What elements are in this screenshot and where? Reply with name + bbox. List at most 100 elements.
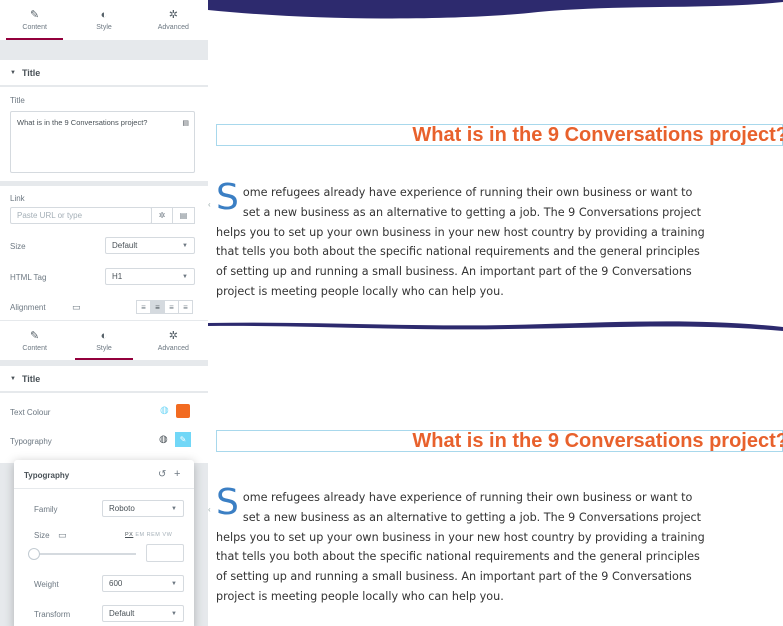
size-select[interactable]: Default ▼ [105,237,195,254]
chevron-down-icon: ▼ [182,242,188,249]
section-title-toggle[interactable]: ▼ Title [0,60,208,86]
add-icon[interactable]: + [174,468,180,480]
unit-px[interactable]: PX [125,532,133,538]
half-circle-icon: ◐ [100,9,108,21]
pencil-icon: ✎ [30,329,40,342]
tab-advanced[interactable]: ✲ Advanced [139,0,208,40]
tab-advanced-label: Advanced [157,24,189,31]
size-number-input[interactable] [146,544,184,562]
tab-style-label: Style [96,24,112,31]
html-tag-select[interactable]: H1 ▼ [105,268,195,285]
tab-content-label: Content [22,24,47,31]
size-value: Default [112,241,138,250]
desktop-icon[interactable]: ▭ [72,302,81,313]
weight-label: Weight [34,580,59,589]
family-value: Roboto [109,504,135,513]
pencil-icon: ✎ [30,9,40,21]
size-units: PX EM REM VW [125,532,172,538]
alignment-group: ≡ ≡ ≡ ≡ [136,300,193,314]
alignment-label: Alignment [10,303,46,312]
popover-divider [14,488,194,489]
chevron-down-icon: ▼ [171,505,177,512]
global-fonts-icon[interactable]: ◍ [159,434,168,445]
title-control: Title What is in the 9 Conversations pro… [0,87,208,181]
size-slider-track[interactable] [34,553,136,555]
typography-popover: Typography ↺ + Family Roboto ▼ Size ▭ PX… [14,460,194,626]
unit-vw[interactable]: VW [162,532,172,538]
text-colour-swatch[interactable] [176,404,190,418]
paragraph-text: ome refugees already have experience of … [216,186,705,298]
title-textarea[interactable]: What is in the 9 Conversations project? … [10,111,195,173]
global-colors-icon[interactable]: ◍ [160,405,169,416]
edit-typography-pencil-icon[interactable]: ✎ [175,432,191,447]
size-label: Size [34,531,50,540]
text-widget[interactable]: Some refugees already have experience of… [216,482,706,607]
tab-style[interactable]: ◐ Style [69,321,138,360]
weight-value: 600 [109,579,123,588]
tab-advanced-label: Advanced [157,344,189,352]
caret-down-icon: ▼ [10,69,16,76]
gear-icon: ✲ [168,329,178,342]
middle-wave-divider [208,321,783,331]
tab-advanced[interactable]: ✲ Advanced [139,321,208,360]
text-colour-label: Text Colour [10,408,51,417]
size-label: Size [10,242,26,251]
tab-content[interactable]: ✎ Content [0,0,69,40]
dropcap-letter: S [216,177,239,218]
top-wave-divider [208,0,783,19]
size-slider-knob[interactable] [28,548,40,560]
page-heading: What is in the 9 Conversations project? [412,124,783,146]
align-left-button[interactable]: ≡ [136,300,151,314]
family-label: Family [34,505,58,514]
editor-tabs-top: ✎ Content ◐ Style ✲ Advanced [0,0,208,40]
transform-value: Default [109,609,135,618]
text-widget[interactable]: Some refugees already have experience of… [216,177,706,302]
link-input[interactable]: Paste URL or type [10,207,152,224]
chevron-down-icon: ▼ [171,610,177,617]
paragraph-text: ome refugees already have experience of … [216,491,705,603]
unit-rem[interactable]: REM [147,532,161,538]
transform-label: Transform [34,610,71,619]
family-select[interactable]: Roboto ▼ [102,500,184,517]
section-style-title-label: Title [21,373,41,384]
tab-style[interactable]: ◐ Style [69,0,138,40]
tab-style-label: Style [96,344,112,352]
tab-content[interactable]: ✎ Content [0,321,69,360]
page-preview: What is in the 9 Conversations project? … [208,0,783,626]
reset-icon[interactable]: ↺ [158,469,166,480]
page-heading: What is in the 9 Conversations project? [412,430,783,452]
dropcap-letter: S [216,482,239,523]
transform-select[interactable]: Default ▼ [102,605,184,622]
chevron-left-icon[interactable]: ‹ [208,505,211,514]
align-center-button[interactable]: ≡ [150,300,165,314]
align-right-button[interactable]: ≡ [164,300,179,314]
popover-title: Typography [24,471,70,480]
editor-panel: ✎ Content ◐ Style ✲ Advanced ▼ Title Tit… [0,0,208,626]
desktop-icon[interactable]: ▭ [58,530,67,541]
link-options-gear-icon[interactable]: ✲ [151,207,173,224]
heading-widget-box[interactable]: What is in the 9 Conversations project? [216,124,783,146]
chevron-left-icon[interactable]: ‹ [208,200,211,209]
gear-icon: ✲ [168,9,178,21]
unit-em[interactable]: EM [135,532,144,538]
align-justify-button[interactable]: ≡ [178,300,193,314]
tab-content-label: Content [22,344,47,352]
dynamic-tags-icon[interactable]: ▤ [172,207,195,224]
heading-widget-box[interactable]: What is in the 9 Conversations project? [216,430,783,452]
chevron-down-icon: ▼ [182,273,188,280]
section-title-label: Title [21,67,41,78]
section-style-title-toggle[interactable]: ▼ Title [0,366,208,392]
weight-select[interactable]: 600 ▼ [102,575,184,592]
title-label: Title [10,96,25,105]
chevron-down-icon: ▼ [171,580,177,587]
link-placeholder: Paste URL or type [17,211,83,220]
dynamic-tags-icon[interactable]: ▤ [182,119,189,127]
html-tag-value: H1 [112,272,123,281]
html-tag-label: HTML Tag [10,273,47,282]
style-controls-block: Text Colour ◍ Typography ◍ ✎ [0,393,208,463]
editor-tabs-second: ✎ Content ◐ Style ✲ Advanced [0,320,208,360]
link-label: Link [10,194,25,203]
title-textarea-value: What is in the 9 Conversations project? [17,118,148,127]
link-settings-block: Link Paste URL or type ✲ ▤ Size Default … [0,186,208,326]
half-circle-icon: ◐ [100,329,108,342]
